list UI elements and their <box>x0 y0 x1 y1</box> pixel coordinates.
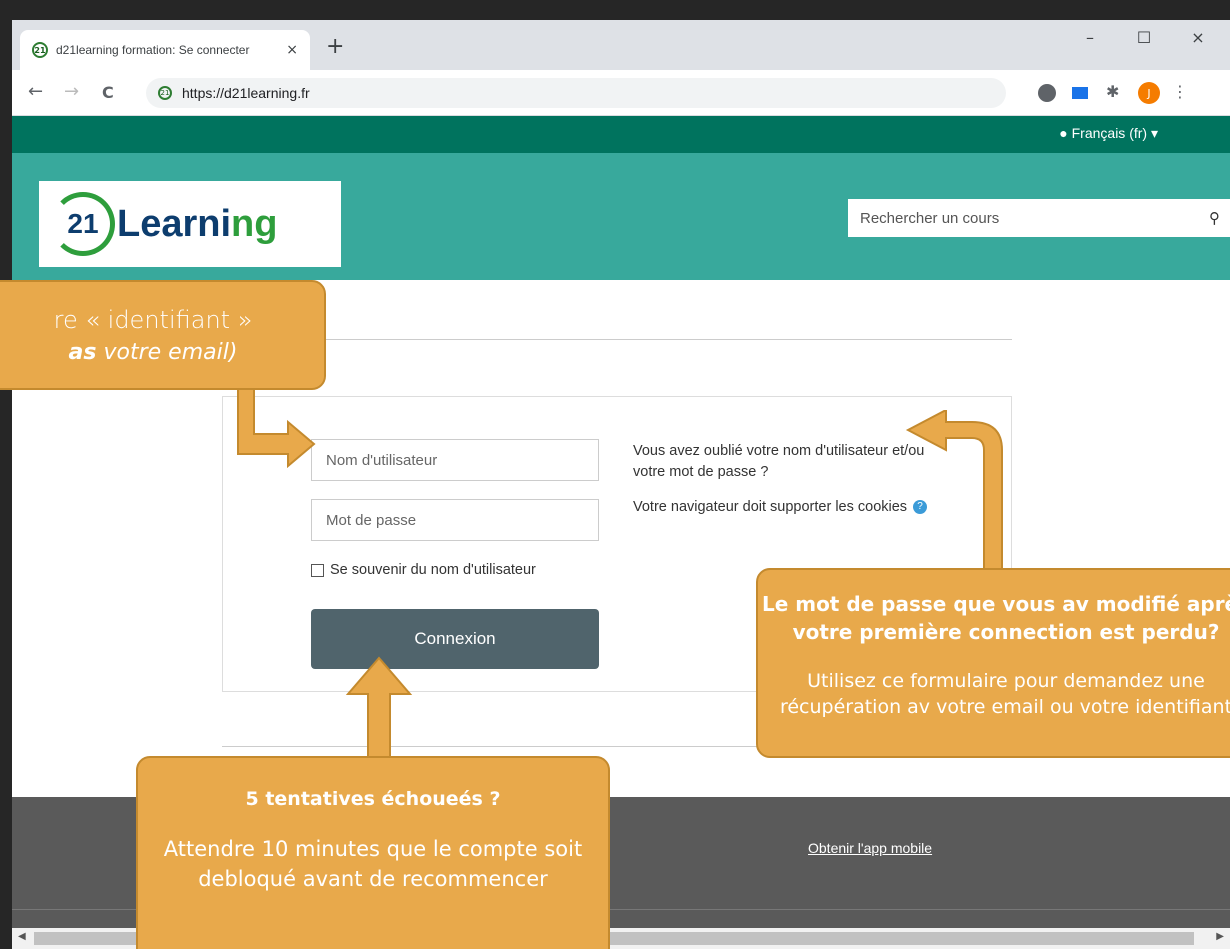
arrow-to-login-button-icon <box>345 656 413 759</box>
url-input[interactable]: 21 https://d21learning.fr <box>146 78 1006 108</box>
forward-button[interactable]: → <box>64 81 79 102</box>
password-callout: Le mot de passe que vous av modifié aprè… <box>756 568 1230 758</box>
language-bar: ● Français (fr) ▾ <box>12 116 1230 153</box>
cast-extension-icon[interactable] <box>1072 87 1088 99</box>
attempts-callout-heading: 5 tentatives échoueés ? <box>245 788 501 810</box>
language-label: Français (fr) <box>1071 125 1148 141</box>
puzzle-extensions-icon[interactable]: ✱ <box>1106 82 1119 101</box>
language-menu[interactable]: ● Français (fr) ▾ <box>1059 125 1158 142</box>
site-favicon-icon: 21 <box>32 42 48 58</box>
checkbox-box[interactable] <box>311 563 324 577</box>
new-tab-button[interactable]: + <box>326 34 344 59</box>
logo-ring: 21 <box>51 192 115 256</box>
password-callout-heading: Le mot de passe que vous av modifié aprè… <box>761 592 1230 644</box>
browser-tab[interactable]: 21 d21learning formation: Se connecter × <box>20 30 310 70</box>
identifier-callout-line2: as votre email) <box>68 340 238 365</box>
tab-bar: 21 d21learning formation: Se connecter ×… <box>12 20 1230 70</box>
forgot-credentials-link[interactable]: Vous avez oublié votre nom d'utilisateur… <box>633 441 933 483</box>
scroll-left-icon[interactable]: ◀ <box>18 931 26 942</box>
site-favicon-icon: 21 <box>158 86 172 100</box>
site-logo[interactable]: 21 Learning <box>39 181 341 267</box>
maximize-button[interactable]: ☐ <box>1124 28 1164 47</box>
cookies-notice: Votre navigateur doit supporter les cook… <box>633 497 933 518</box>
profile-avatar[interactable]: J <box>1138 82 1160 104</box>
globe-icon: ● <box>1059 125 1072 141</box>
site-header: 21 Learning Rechercher un cours ⚲ <box>12 153 1230 280</box>
address-bar: ← → C 21 https://d21learning.fr ✱ J ⋮ <box>12 70 1230 116</box>
search-placeholder: Rechercher un cours <box>860 209 1000 227</box>
back-button[interactable]: ← <box>28 81 43 102</box>
logo-word: Learning <box>117 202 278 245</box>
caret-down-icon: ▾ <box>1147 125 1158 141</box>
tab-title: d21learning formation: Se connecter <box>56 43 250 57</box>
arrow-to-username-icon <box>237 388 316 468</box>
desktop-frame: 21 d21learning formation: Se connecter ×… <box>0 0 1230 949</box>
arrow-to-forgot-link-icon <box>905 410 1003 589</box>
extension-icon[interactable] <box>1038 84 1056 102</box>
mobile-app-link[interactable]: Obtenir l'app mobile <box>808 840 932 856</box>
identifier-callout-line1: re « identifiant » <box>53 306 253 334</box>
close-window-button[interactable]: × <box>1178 28 1218 47</box>
password-input[interactable]: Mot de passe <box>311 499 599 541</box>
menu-kebab-icon[interactable]: ⋮ <box>1172 82 1188 101</box>
reload-button[interactable]: C <box>102 83 114 102</box>
scroll-right-icon[interactable]: ▶ <box>1216 931 1224 942</box>
remember-username-checkbox[interactable]: Se souvenir du nom d'utilisateur <box>311 562 536 578</box>
attempts-callout-text: Attendre 10 minutes que le compte soit d… <box>163 837 583 891</box>
tab-close-icon[interactable]: × <box>286 42 298 58</box>
login-help: Vous avez oublié votre nom d'utilisateur… <box>633 441 933 532</box>
course-search-input[interactable]: Rechercher un cours ⚲ <box>848 199 1230 237</box>
identifier-callout: re « identifiant » as votre email) <box>0 280 326 390</box>
minimize-button[interactable]: – <box>1070 28 1110 47</box>
remember-label: Se souvenir du nom d'utilisateur <box>330 562 536 578</box>
password-callout-text: Utilisez ce formulaire pour demandez une… <box>779 670 1230 718</box>
attempts-callout: 5 tentatives échoueés ? Attendre 10 minu… <box>136 756 610 949</box>
url-text: https://d21learning.fr <box>182 85 310 101</box>
search-icon[interactable]: ⚲ <box>1209 209 1220 227</box>
username-input[interactable]: Nom d'utilisateur <box>311 439 599 481</box>
divider <box>222 339 1012 340</box>
